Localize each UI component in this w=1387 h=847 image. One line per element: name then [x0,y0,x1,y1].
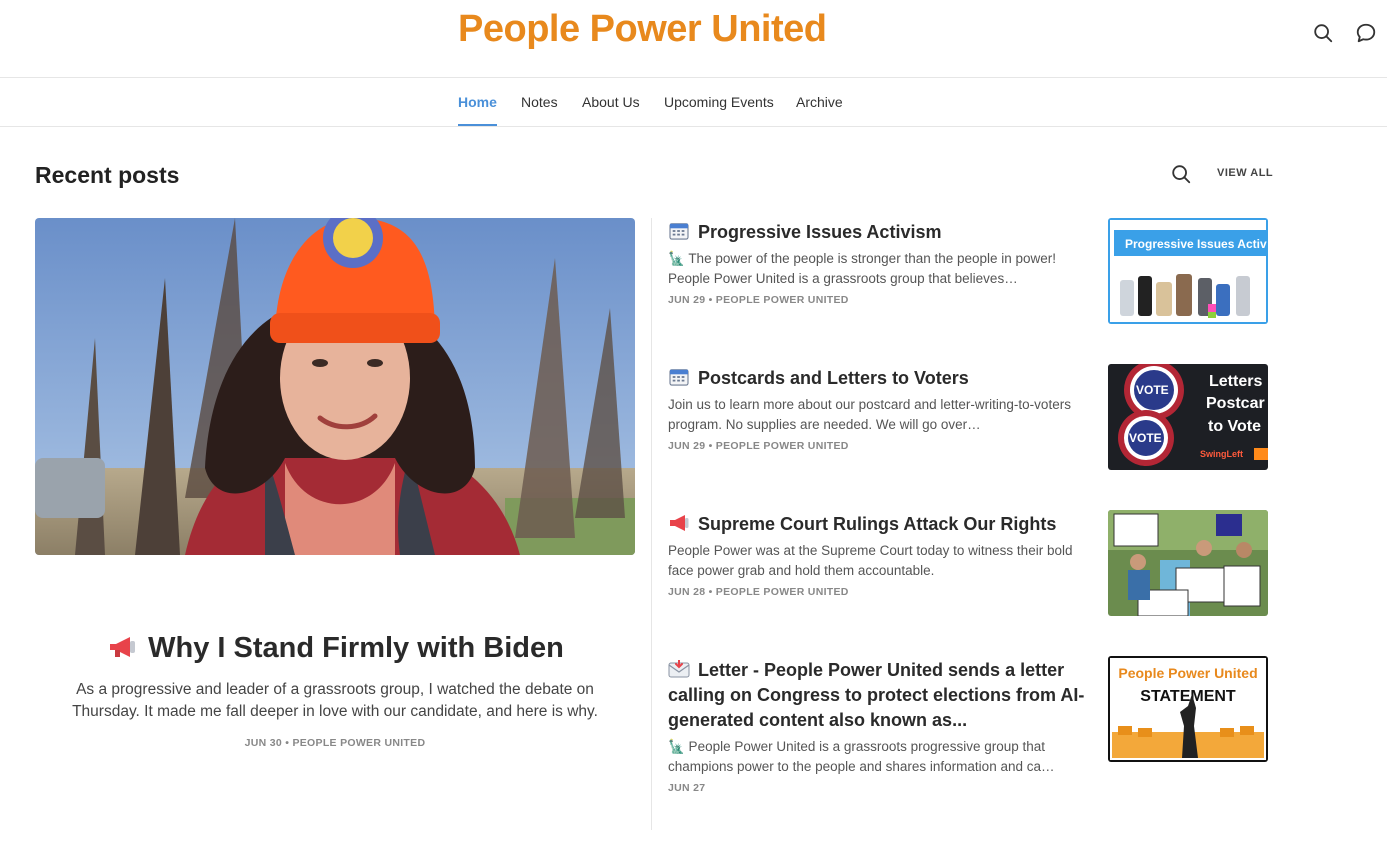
search-icon[interactable] [1170,163,1192,185]
post-title-text: Progressive Issues Activism [698,222,942,242]
search-icon[interactable] [1312,22,1334,44]
thumb-brand-text: SwingLeft [1200,449,1243,459]
nav-upcoming-events[interactable]: Upcoming Events [664,78,774,126]
column-divider [651,218,652,830]
thumb-text-line: Letters [1209,373,1262,390]
thumb-statement-text: STATEMENT [1140,688,1236,705]
thumb-title-text: Progressive Issues Activ [1125,237,1267,251]
post-excerpt: People Power was at the Supreme Court to… [668,543,1073,578]
post-thumbnail[interactable]: Progressive Issues Activ [1108,218,1268,324]
post-excerpt: 🗽 The power of the people is stronger th… [668,251,1057,286]
calendar-icon [669,223,689,240]
thumb-text-line: to Vote [1208,418,1261,435]
site-header: People Power United [0,0,1387,78]
main-nav: Home Notes About Us Upcoming Events Arch… [0,78,1387,127]
post-item: Postcards and Letters to Voters Join us … [668,364,1268,470]
nav-about-us[interactable]: About Us [582,78,640,126]
post-title[interactable]: Supreme Court Rulings Attack Our Rights [668,512,1088,537]
featured-photo [35,218,635,555]
calendar-icon [669,369,689,386]
post-item: Progressive Issues Activism 🗽 The power … [668,218,1268,324]
post-excerpt: 🗽 People Power United is a grassroots pr… [668,739,1055,774]
section-title: Recent posts [35,162,180,188]
envelope-icon [668,660,690,678]
thumb-brand-text: People Power United [1118,665,1257,681]
megaphone-icon [110,637,136,657]
nav-archive[interactable]: Archive [796,78,843,126]
post-excerpt: Join us to learn more about our postcard… [668,397,1071,432]
post-meta: JUN 27 [668,782,706,794]
megaphone-icon [670,515,689,531]
featured-title-text: Why I Stand Firmly with Biden [148,632,564,664]
site-title[interactable]: People Power United [458,8,827,51]
thumb-badge-text: VOTE [1129,431,1162,445]
post-item: Supreme Court Rulings Attack Our Rights … [668,510,1268,616]
nav-home[interactable]: Home [458,78,497,126]
chat-icon[interactable] [1355,22,1377,44]
post-thumbnail[interactable]: People Power United STATEMENT [1108,656,1268,762]
post-title-text: Letter - People Power United sends a let… [668,660,1085,730]
post-title-text: Postcards and Letters to Voters [698,368,969,388]
featured-post-image[interactable] [35,218,635,555]
thumb-text-line: Postcar [1206,395,1265,412]
post-title-text: Supreme Court Rulings Attack Our Rights [698,514,1057,534]
post-thumbnail[interactable]: VOTE VOTE Letters Postcar to Vote SwingL… [1108,364,1268,470]
post-title[interactable]: Progressive Issues Activism [668,220,1088,245]
post-title[interactable]: Postcards and Letters to Voters [668,366,1088,391]
view-all-link[interactable]: VIEW ALL [1217,167,1273,179]
thumb-badge-text: VOTE [1136,383,1169,397]
featured-post-title[interactable]: Why I Stand Firmly with Biden [35,632,635,665]
featured-post-subtitle: As a progressive and leader of a grassro… [72,681,598,720]
post-title[interactable]: Letter - People Power United sends a let… [668,658,1088,733]
post-item: Letter - People Power United sends a let… [668,656,1268,794]
featured-post-meta: JUN 30 • PEOPLE POWER UNITED [244,737,426,749]
nav-notes[interactable]: Notes [521,78,558,126]
post-thumbnail[interactable] [1108,510,1268,616]
